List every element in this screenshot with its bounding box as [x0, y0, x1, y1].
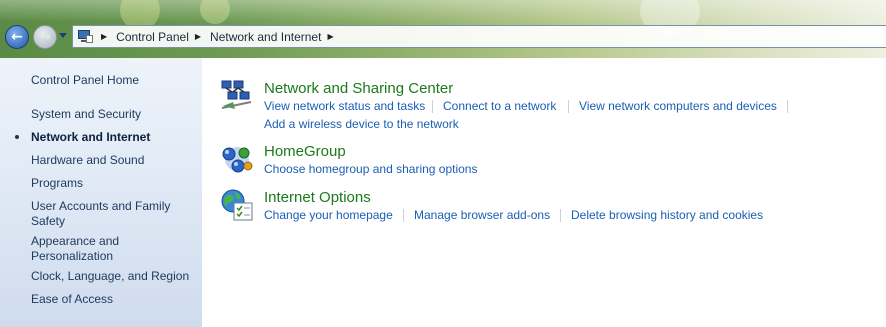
task-manage-addons[interactable]: Manage browser add-ons	[414, 208, 550, 222]
task-add-wireless-device[interactable]: Add a wireless device to the network	[264, 117, 459, 131]
sidebar-item-network-and-internet[interactable]: Network and Internet	[31, 130, 196, 145]
back-button[interactable]: ←	[5, 25, 29, 49]
sidebar-item-control-panel-home[interactable]: Control Panel Home	[31, 73, 196, 88]
task-separator	[560, 209, 561, 222]
task-view-network-computers[interactable]: View network computers and devices	[579, 99, 777, 113]
address-bar[interactable]: ▶ Control Panel ▶ Network and Internet ▶	[72, 25, 886, 48]
internet-options-icon[interactable]	[220, 188, 254, 222]
recent-pages-dropdown[interactable]	[59, 33, 67, 38]
homegroup-title[interactable]: HomeGroup	[264, 143, 346, 160]
breadcrumb-chevron-icon[interactable]: ▶	[195, 32, 201, 41]
control-panel-icon	[77, 29, 93, 44]
main-content: Network and Sharing Center View network …	[202, 58, 886, 327]
internet-options-title[interactable]: Internet Options	[264, 189, 371, 206]
window-header: ← → ▶ Control Panel ▶ Network and Intern…	[0, 0, 886, 58]
sidebar-item-ease-of-access[interactable]: Ease of Access	[31, 292, 196, 307]
task-separator	[787, 100, 788, 113]
breadcrumb-chevron-icon[interactable]: ▶	[101, 32, 107, 41]
sidebar-item-system-and-security[interactable]: System and Security	[31, 107, 196, 122]
sidebar-item-appearance[interactable]: Appearance and Personalization	[31, 234, 141, 264]
task-delete-browsing-history[interactable]: Delete browsing history and cookies	[571, 208, 763, 222]
task-separator	[403, 209, 404, 222]
network-sharing-center-title[interactable]: Network and Sharing Center	[264, 80, 453, 97]
network-sharing-icon[interactable]	[220, 78, 254, 112]
breadcrumb-chevron-icon[interactable]: ▶	[327, 32, 333, 41]
sidebar-item-hardware-and-sound[interactable]: Hardware and Sound	[31, 153, 196, 168]
task-separator	[568, 100, 569, 113]
breadcrumb-control-panel[interactable]: Control Panel	[114, 30, 191, 44]
sidebar-item-clock-language-region[interactable]: Clock, Language, and Region	[31, 269, 196, 284]
task-view-network-status[interactable]: View network status and tasks	[264, 99, 425, 113]
task-separator	[432, 100, 433, 113]
breadcrumb-network-and-internet[interactable]: Network and Internet	[208, 30, 323, 44]
arrow-right-icon: →	[39, 29, 51, 45]
homegroup-icon[interactable]	[220, 142, 254, 176]
forward-button[interactable]: →	[33, 25, 57, 49]
arrow-left-icon: ←	[11, 29, 23, 45]
task-connect-to-network[interactable]: Connect to a network	[443, 99, 556, 113]
sidebar: Control Panel Home System and Security N…	[0, 58, 202, 327]
task-choose-homegroup[interactable]: Choose homegroup and sharing options	[264, 162, 477, 176]
active-bullet-icon	[15, 135, 19, 139]
sidebar-item-programs[interactable]: Programs	[31, 176, 196, 191]
task-change-homepage[interactable]: Change your homepage	[264, 208, 393, 222]
sidebar-item-user-accounts[interactable]: User Accounts and Family Safety	[31, 199, 181, 229]
